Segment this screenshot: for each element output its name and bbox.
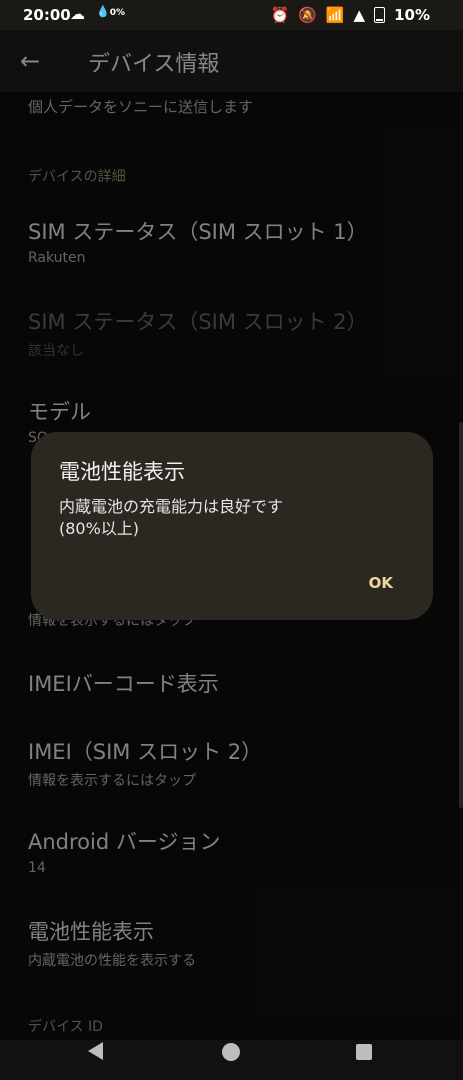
vibrate-off-icon: 🔕 (298, 6, 317, 24)
status-bar: 20:00 ☁ 💧0% ⏰ 🔕 📶 ▲ 10% (0, 0, 463, 30)
battery-icon (374, 7, 386, 23)
ok-button[interactable]: OK (369, 574, 393, 592)
weather-icon: ☁ (70, 5, 85, 23)
battery-percent: 10% (394, 6, 430, 24)
signal-icon: ▲ (353, 6, 366, 24)
alarm-icon: ⏰ (270, 6, 290, 24)
wifi-icon: 📶 (325, 6, 345, 24)
nav-recents-icon[interactable] (356, 1044, 372, 1060)
battery-dialog: 電池性能表示 内蔵電池の充電能力は良好です (80%以上) OK (31, 432, 433, 620)
dialog-message-line1: 内蔵電池の充電能力は良好です (59, 497, 284, 516)
nav-back-icon[interactable] (88, 1042, 103, 1060)
nav-home-icon[interactable] (222, 1043, 240, 1061)
status-time: 20:00 (23, 6, 71, 24)
dialog-message-line2: (80%以上) (59, 519, 140, 538)
dialog-message: 内蔵電池の充電能力は良好です (80%以上) (59, 496, 399, 540)
dialog-title: 電池性能表示 (59, 460, 185, 484)
status-icons: ⏰ 🔕 📶 ▲ 10% (270, 6, 430, 24)
rain-icon: 💧0% (96, 5, 125, 18)
rain-percent: 0% (109, 8, 125, 18)
navigation-bar (0, 1040, 463, 1080)
